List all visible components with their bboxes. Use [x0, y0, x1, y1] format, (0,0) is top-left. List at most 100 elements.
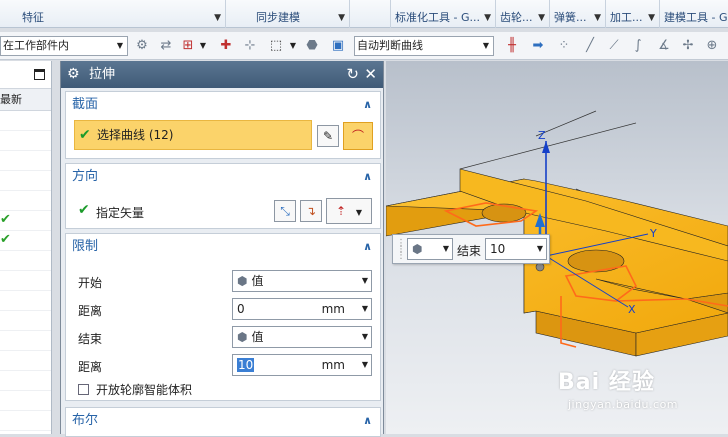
- navigator-row[interactable]: [0, 251, 51, 271]
- start-distance-input[interactable]: 0 mm ▼: [232, 298, 372, 320]
- limits-panel: 限制 ∧ 开始 ⬢ 值 ▼ 距离 0 mm ▼ 结束 ⬢ 值 ▼ 距离 10 mm …: [65, 233, 381, 401]
- feature-curve-icon[interactable]: ⁘: [556, 38, 572, 54]
- end-distance-input[interactable]: 10 mm ▼: [232, 354, 372, 376]
- dropdown-arrow-icon[interactable]: ▼: [648, 0, 655, 28]
- cube-icon: ⬢: [237, 330, 248, 344]
- y-axis-label: Y: [649, 227, 657, 240]
- selection-scope-value: 在工作部件内: [3, 39, 69, 52]
- collapse-chevron-icon[interactable]: ∧: [363, 234, 372, 260]
- stop-at-intersection-icon[interactable]: ╫: [504, 38, 520, 54]
- float-limit-value-input[interactable]: 10 ▼: [485, 238, 547, 260]
- dropdown-arrow-icon[interactable]: ▼: [538, 0, 545, 28]
- navigator-row[interactable]: [0, 131, 51, 151]
- dropdown-arrow-icon[interactable]: ▼: [214, 0, 221, 28]
- intersection-point-icon[interactable]: ✢: [680, 38, 696, 54]
- trim-icon[interactable]: ⟋: [606, 38, 622, 54]
- boolean-header[interactable]: 布尔 ∧: [66, 408, 380, 434]
- float-limit-type-dropdown[interactable]: ⬢ ▼: [407, 238, 453, 260]
- collapse-chevron-icon[interactable]: ∧: [363, 408, 372, 434]
- dropdown-arrow-icon[interactable]: ▼: [484, 0, 491, 28]
- navigator-row[interactable]: [0, 391, 51, 411]
- ribbon-group-gear[interactable]: 齿轮... ▼: [496, 0, 550, 28]
- reset-icon[interactable]: ↻: [346, 61, 359, 88]
- direction-header[interactable]: 方向 ∧: [66, 164, 380, 190]
- navigator-row[interactable]: [0, 291, 51, 311]
- navigator-column-header[interactable]: 最新: [0, 89, 51, 111]
- navigator-row[interactable]: [0, 331, 51, 351]
- end-distance-unit: mm: [321, 358, 345, 372]
- navigator-row[interactable]: [0, 311, 51, 331]
- vector-dialog-button[interactable]: ↴: [300, 200, 322, 222]
- collapse-chevron-icon[interactable]: ∧: [363, 92, 372, 118]
- maximize-icon[interactable]: [34, 69, 45, 80]
- follow-fillet-icon[interactable]: ➡: [530, 38, 546, 54]
- chevron-down-icon[interactable]: ▼: [537, 239, 543, 259]
- navigator-row[interactable]: [0, 111, 51, 131]
- solid-body-icon[interactable]: ⬣: [304, 38, 320, 54]
- ribbon-group-label: 特征: [22, 11, 44, 24]
- selection-scope-dropdown[interactable]: 在工作部件内 ▼: [0, 36, 128, 56]
- select-curve-row[interactable]: ✔ 选择曲线 (12): [74, 120, 312, 150]
- chevron-down-icon: ▼: [361, 332, 368, 341]
- ribbon-group-spring[interactable]: 弹簧... ▼: [550, 0, 606, 28]
- start-type-dropdown[interactable]: ⬢ 值 ▼: [232, 270, 372, 292]
- select-all-icon[interactable]: ⊞: [180, 38, 196, 54]
- boolean-title: 布尔: [72, 413, 99, 428]
- navigator-row[interactable]: [0, 271, 51, 291]
- navigator-row[interactable]: ✔: [0, 231, 51, 251]
- x-axis-label: X: [628, 303, 636, 316]
- ribbon-group-standard-tools[interactable]: 标准化工具 - G... ▼: [390, 0, 496, 28]
- collapse-chevron-icon[interactable]: ∧: [363, 164, 372, 190]
- ribbon-group-feature[interactable]: 特征 ▼: [0, 0, 226, 28]
- navigator-row[interactable]: [0, 351, 51, 371]
- line-icon[interactable]: ╱: [582, 38, 598, 54]
- navigator-row[interactable]: [0, 371, 51, 391]
- ribbon-group-sync-modeling[interactable]: 同步建模 ▼: [226, 0, 350, 28]
- navigator-row[interactable]: [0, 191, 51, 211]
- section-header[interactable]: 截面 ∧: [66, 92, 380, 118]
- dialog-title-bar[interactable]: ⚙ 拉伸 ↻ ✕: [61, 61, 383, 88]
- snap-settings-icon[interactable]: ⚙: [134, 38, 150, 54]
- spline-icon[interactable]: ∫: [630, 38, 646, 54]
- chevron-down-icon[interactable]: ▼: [288, 38, 298, 54]
- reverse-direction-button[interactable]: ⤡: [274, 200, 296, 222]
- vector-type-dropdown[interactable]: ⇡ ▼: [326, 198, 372, 224]
- ribbon-group-machining[interactable]: 加工... ▼: [606, 0, 660, 28]
- ribbon-group-label: 标准化工具 - G...: [395, 11, 480, 24]
- end-type-dropdown[interactable]: ⬢ 值 ▼: [232, 326, 372, 348]
- navigator-row[interactable]: [0, 151, 51, 171]
- filter-icon[interactable]: ⇄: [158, 38, 174, 54]
- chevron-down-icon[interactable]: ▼: [362, 299, 368, 319]
- navigator-row[interactable]: ✔: [0, 211, 51, 231]
- ribbon-group-modeling-tools[interactable]: 建模工具 - G...: [660, 0, 728, 28]
- close-icon[interactable]: ✕: [364, 61, 377, 88]
- end-distance-label: 距离: [78, 360, 103, 374]
- curve-rule-dropdown[interactable]: 自动判断曲线 ▼: [354, 36, 494, 56]
- chevron-down-icon[interactable]: ▼: [198, 38, 208, 54]
- gear-icon[interactable]: ⚙: [67, 61, 80, 88]
- chevron-down-icon: ▼: [442, 244, 449, 253]
- point-select-icon[interactable]: ⊹: [242, 38, 258, 54]
- column-header-latest: 最新: [0, 93, 22, 106]
- z-axis-label: Z: [538, 129, 546, 142]
- navigator-row[interactable]: [0, 411, 51, 431]
- limits-header[interactable]: 限制 ∧: [66, 234, 380, 260]
- circle-center-icon[interactable]: ⊕: [704, 38, 720, 54]
- specify-vector-label: 指定矢量: [96, 206, 145, 220]
- start-label: 开始: [78, 276, 103, 290]
- navigator-row[interactable]: [0, 171, 51, 191]
- ribbon-group-label: 同步建模: [256, 11, 300, 24]
- cube-icon[interactable]: ▣: [330, 38, 346, 54]
- chevron-down-icon[interactable]: ▼: [362, 355, 368, 375]
- dropdown-arrow-icon[interactable]: ▼: [338, 0, 345, 28]
- sketch-section-button[interactable]: ✎: [317, 125, 339, 147]
- dropdown-arrow-icon[interactable]: ▼: [594, 0, 601, 28]
- start-distance-unit: mm: [321, 302, 345, 316]
- deselect-icon[interactable]: ✚: [218, 38, 234, 54]
- drag-handle-icon[interactable]: ⋮ ⋮ ⋮: [396, 239, 406, 261]
- rectangle-select-icon[interactable]: ⬚: [268, 38, 284, 54]
- vector-icon: ↴: [305, 204, 317, 218]
- curve-select-button[interactable]: ⌒: [343, 122, 373, 150]
- angle-icon[interactable]: ∡: [656, 38, 672, 54]
- open-profile-checkbox[interactable]: [78, 384, 89, 395]
